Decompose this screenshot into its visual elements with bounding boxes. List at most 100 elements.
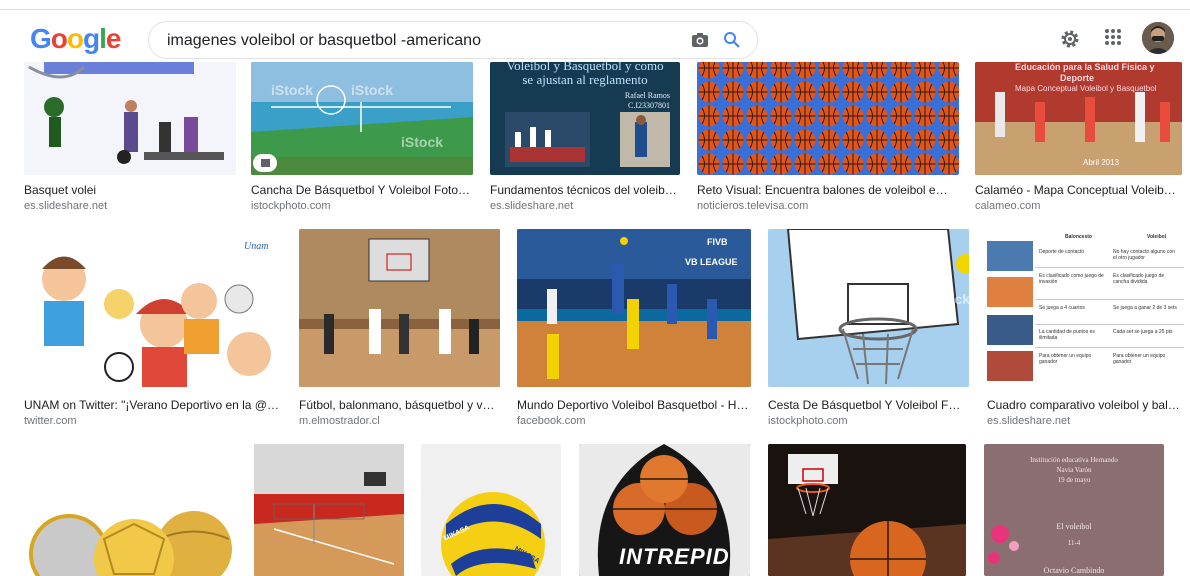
result-thumbnail[interactable]: Baloncesto Voleibol Deporte de contacto …: [987, 229, 1184, 387]
result-caption[interactable]: Calaméo - Mapa Conceptual Voleibol y ...: [975, 183, 1180, 197]
search-header: Google imagenes voleibol or basquetbol -…: [0, 10, 1190, 62]
result-caption[interactable]: Cesta De Básquetbol Y Voleibol Foto d...: [768, 398, 967, 412]
slide-author: Rafael Ramos: [624, 91, 670, 100]
table-rule: [1035, 267, 1184, 268]
image-result[interactable]: Unam UNAM on Twitter: "¡Verano Deportivo…: [24, 229, 282, 429]
image-result[interactable]: Fútbol, balonmano, básquetbol y vólei...…: [299, 229, 500, 429]
image-result[interactable]: MIKASA MIKASA: [421, 444, 561, 576]
result-thumbnail[interactable]: [24, 62, 236, 175]
image-result[interactable]: Baloncesto Voleibol Deporte de contacto …: [987, 229, 1184, 429]
result-source[interactable]: es.slideshare.net: [24, 200, 234, 212]
result-source[interactable]: istockphoto.com: [768, 415, 967, 427]
watermark: iStock: [401, 134, 444, 150]
result-thumbnail[interactable]: [697, 62, 959, 175]
logo-letter: l: [99, 23, 107, 54]
image-badge: [253, 154, 277, 172]
slide-subtitle: Mapa Conceptual Voleibol y Basquetbol: [1015, 84, 1157, 93]
result-thumbnail[interactable]: MIKASA MIKASA: [421, 444, 561, 576]
table-cell: Es clasificado juego de cancha dividida: [1113, 273, 1165, 285]
result-source[interactable]: es.slideshare.net: [987, 415, 1182, 427]
image-result[interactable]: Institución educativa Hernando Navia Var…: [984, 444, 1164, 576]
google-logo[interactable]: Google: [30, 23, 122, 55]
result-source[interactable]: noticieros.televisa.com: [697, 200, 953, 212]
image-result[interactable]: [254, 444, 404, 576]
result-thumbnail[interactable]: [254, 444, 404, 576]
watermark: iStock: [928, 291, 969, 307]
table-cell: Para obtener un equipo ganador: [1113, 353, 1166, 365]
result-thumbnail[interactable]: [24, 444, 237, 576]
decorative-dots: [988, 525, 1019, 564]
result-source[interactable]: istockphoto.com: [251, 200, 471, 212]
slide-id: C.I23307801: [628, 101, 670, 110]
table-header: Voleibol: [1147, 234, 1167, 240]
slide-title-line: Navia Varón: [1056, 466, 1092, 474]
result-caption[interactable]: Reto Visual: Encuentra balones de voleib…: [697, 183, 953, 197]
image-results-grid: Basquet volei es.slideshare.net iStock i…: [0, 62, 1190, 576]
result-thumbnail[interactable]: INTREPID: [579, 444, 750, 576]
search-box[interactable]: imagenes voleibol or basquetbol -america…: [148, 21, 758, 59]
table-cell: No hay contacto alguno con el otro jugad…: [1113, 249, 1175, 261]
gear-icon[interactable]: [1058, 27, 1082, 51]
result-source[interactable]: twitter.com: [24, 415, 280, 427]
slide-title-line: Institución educativa Hernando: [1030, 456, 1118, 464]
image-result[interactable]: [768, 444, 966, 576]
image-result[interactable]: Voleibol y Basquetbol y como se ajustan …: [490, 62, 680, 212]
slide-title-line: Deporte: [1060, 73, 1095, 83]
image-result[interactable]: Basquet volei es.slideshare.net: [24, 62, 236, 212]
bag-brand: INTREPID: [619, 544, 730, 569]
image-result[interactable]: INTREPID: [579, 444, 750, 576]
table-cell: Deporte de contacto: [1039, 249, 1085, 255]
image-result[interactable]: iStock iStock Cesta De Básquetbol Y Vole…: [768, 229, 969, 429]
banner-text: VB LEAGUE: [685, 257, 738, 267]
result-source[interactable]: es.slideshare.net: [490, 200, 678, 212]
table-rule: [1035, 324, 1184, 325]
table-photo: [987, 351, 1033, 381]
slide-title-line: Educación para la Salud Física y: [1015, 62, 1155, 72]
result-thumbnail[interactable]: Unam: [24, 229, 282, 387]
slide-title-line: se ajustan al reglamento: [522, 72, 648, 87]
result-caption[interactable]: Basquet volei: [24, 183, 234, 197]
svg-text:Unam: Unam: [244, 241, 268, 252]
result-thumbnail[interactable]: iStock iStock iStock: [251, 62, 473, 175]
search-input[interactable]: imagenes voleibol or basquetbol -america…: [167, 32, 481, 50]
table-cell: Es clasificado como juego de invasión: [1039, 273, 1104, 285]
result-caption[interactable]: Fundamentos técnicos del voleibol ...: [490, 183, 678, 197]
result-caption[interactable]: Fútbol, balonmano, básquetbol y vólei...: [299, 398, 498, 412]
result-source[interactable]: facebook.com: [517, 415, 749, 427]
result-thumbnail[interactable]: FIVB VB LEAGUE: [517, 229, 751, 387]
result-source[interactable]: calameo.com: [975, 200, 1180, 212]
result-caption[interactable]: Mundo Deportivo Voleibol Basquetbol - Ho…: [517, 398, 749, 412]
table-photo: [987, 277, 1033, 307]
table-cell: Para obtener un equipo ganador: [1039, 353, 1092, 365]
result-thumbnail[interactable]: [768, 444, 966, 576]
image-result[interactable]: Educación para la Salud Física y Deporte…: [975, 62, 1182, 212]
table-cell: La cantidad de puntos es ilimitada: [1039, 329, 1095, 341]
image-result[interactable]: iStock iStock iStock Cancha De Básquetbo…: [251, 62, 473, 212]
result-caption[interactable]: Cancha De Básquetbol Y Voleibol Foto de …: [251, 183, 471, 197]
result-caption[interactable]: UNAM on Twitter: "¡Verano Deportivo en l…: [24, 398, 280, 412]
apps-grid-icon[interactable]: [1104, 28, 1122, 46]
image-result[interactable]: [24, 444, 237, 576]
table-cell: Se juega a ganar 2 de 3 sets: [1113, 305, 1177, 311]
table-photo: [987, 241, 1033, 271]
search-icon[interactable]: [723, 31, 741, 49]
image-result[interactable]: FIVB VB LEAGUE Mundo Deportivo Voleibol …: [517, 229, 751, 429]
image-icon: [261, 159, 270, 167]
slide-date: 19 de mayo: [1057, 476, 1091, 484]
table-header: Baloncesto: [1065, 234, 1092, 240]
result-source[interactable]: m.elmostrador.cl: [299, 415, 498, 427]
logo-letter: g: [83, 23, 100, 54]
result-thumbnail[interactable]: Institución educativa Hernando Navia Var…: [984, 444, 1164, 576]
table-photo: [987, 315, 1033, 345]
result-caption[interactable]: Cuadro comparativo voleibol y balon...: [987, 398, 1182, 412]
result-thumbnail[interactable]: [299, 229, 500, 387]
image-result[interactable]: Reto Visual: Encuentra balones de voleib…: [697, 62, 959, 212]
avatar-photo: [1142, 22, 1174, 54]
result-thumbnail[interactable]: Voleibol y Basquetbol y como se ajustan …: [490, 62, 680, 175]
logo-letter: e: [105, 23, 122, 54]
result-thumbnail[interactable]: iStock iStock: [768, 229, 969, 387]
table-rule: [1035, 299, 1184, 300]
avatar[interactable]: [1142, 22, 1174, 54]
camera-icon[interactable]: [691, 32, 709, 48]
result-thumbnail[interactable]: Educación para la Salud Física y Deporte…: [975, 62, 1182, 175]
